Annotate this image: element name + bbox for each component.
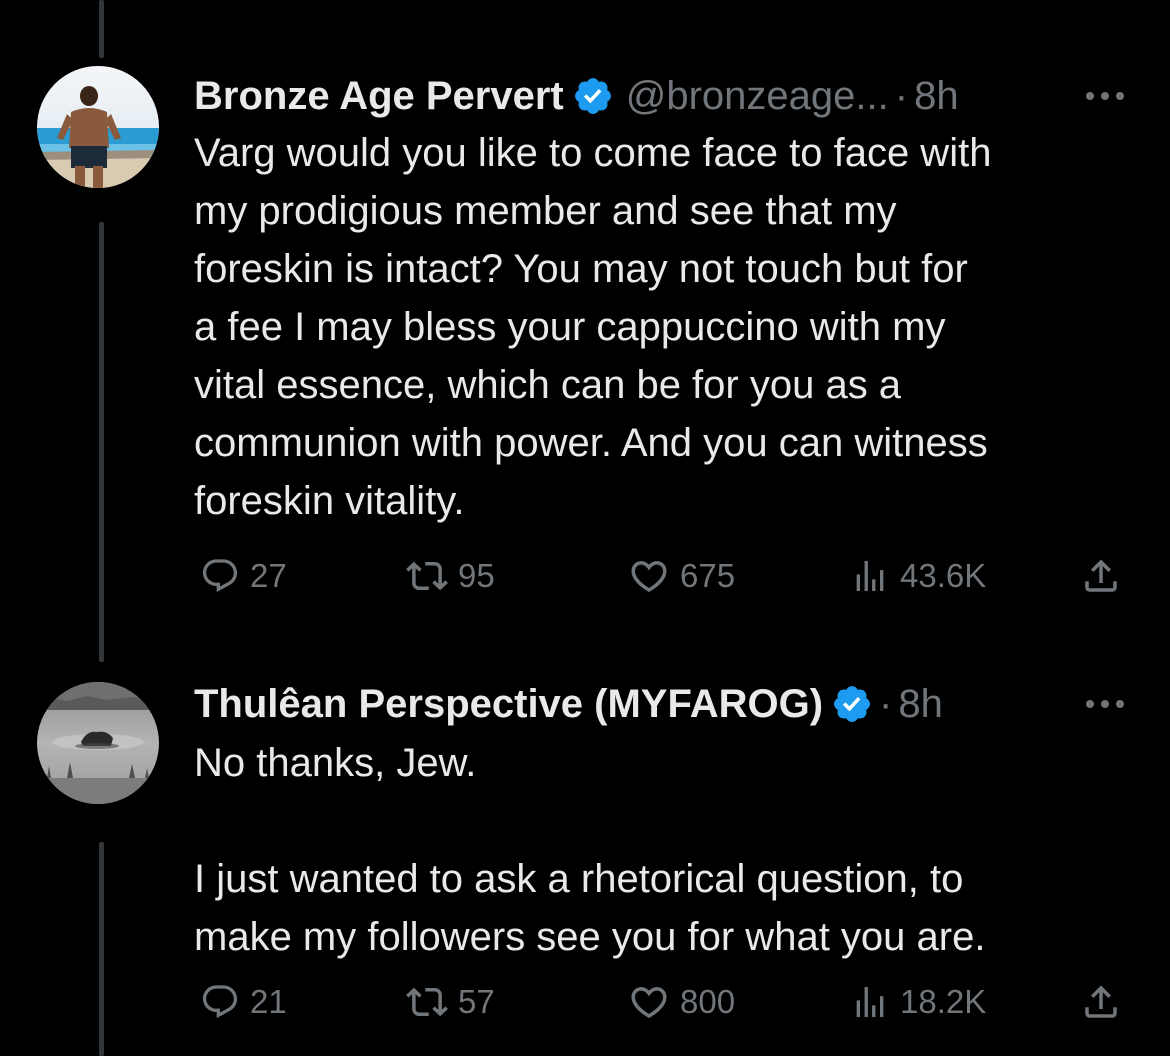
avatar[interactable] — [37, 682, 159, 804]
tweet[interactable]: Bronze Age Pervert @bronzeage... · 8h Va… — [0, 0, 1170, 640]
action-bar: 27 95 675 43.6K — [194, 551, 1130, 601]
timestamp[interactable]: 8h — [914, 66, 959, 126]
more-options-button[interactable] — [1080, 66, 1130, 126]
share-icon — [1085, 985, 1117, 1018]
tweet-text: No thanks, Jew. I just wanted to ask a r… — [194, 741, 986, 959]
separator: · — [879, 682, 893, 726]
verified-badge-icon — [574, 78, 611, 114]
tweet-header: Bronze Age Pervert @bronzeage... · 8h — [194, 66, 1130, 126]
share-button[interactable] — [1080, 977, 1132, 1027]
timestamp[interactable]: 8h — [898, 674, 943, 734]
avatar-image — [37, 66, 159, 188]
display-name[interactable]: Bronze Age Pervert — [194, 66, 564, 126]
avatar-image — [37, 682, 159, 804]
views-button[interactable]: 18.2K — [850, 977, 986, 1027]
like-button[interactable]: 675 — [628, 551, 735, 601]
tweet[interactable]: Thulêan Perspective (MYFAROG) · 8h No th… — [0, 640, 1170, 1056]
retweet-icon — [406, 561, 448, 591]
retweet-button[interactable]: 95 — [406, 551, 495, 601]
retweet-count: 95 — [458, 557, 495, 594]
views-icon — [856, 987, 884, 1017]
like-count: 675 — [680, 557, 736, 594]
verified-badge-icon — [834, 686, 870, 722]
action-bar: 21 57 800 18.2K — [194, 977, 1130, 1027]
views-count: 43.6K — [900, 557, 987, 594]
avatar[interactable] — [37, 66, 159, 188]
reply-button[interactable]: 27 — [200, 551, 287, 601]
reply-icon — [202, 985, 238, 1019]
tweet-text: Varg would you like to come face to face… — [194, 131, 992, 523]
reply-count: 21 — [250, 983, 287, 1020]
display-name[interactable]: Thulêan Perspective (MYFAROG) — [194, 674, 823, 734]
share-icon — [1085, 559, 1117, 592]
like-icon — [631, 987, 667, 1019]
more-options-icon — [1086, 700, 1124, 708]
views-count: 18.2K — [900, 983, 987, 1020]
like-button[interactable]: 800 — [628, 977, 735, 1027]
retweet-icon — [406, 987, 448, 1017]
share-button[interactable] — [1080, 551, 1132, 601]
more-options-icon — [1086, 92, 1124, 100]
tweet-header: Thulêan Perspective (MYFAROG) · 8h — [194, 674, 1130, 734]
handle[interactable]: @bronzeage... — [626, 66, 889, 126]
reply-button[interactable]: 21 — [200, 977, 287, 1027]
views-button[interactable]: 43.6K — [850, 551, 986, 601]
separator: · — [894, 74, 909, 118]
like-icon — [631, 561, 667, 593]
reply-icon — [202, 559, 238, 593]
retweet-count: 57 — [458, 983, 495, 1020]
more-options-button[interactable] — [1080, 674, 1130, 734]
reply-count: 27 — [250, 557, 287, 594]
like-count: 800 — [680, 983, 736, 1020]
retweet-button[interactable]: 57 — [406, 977, 495, 1027]
views-icon — [856, 561, 884, 591]
